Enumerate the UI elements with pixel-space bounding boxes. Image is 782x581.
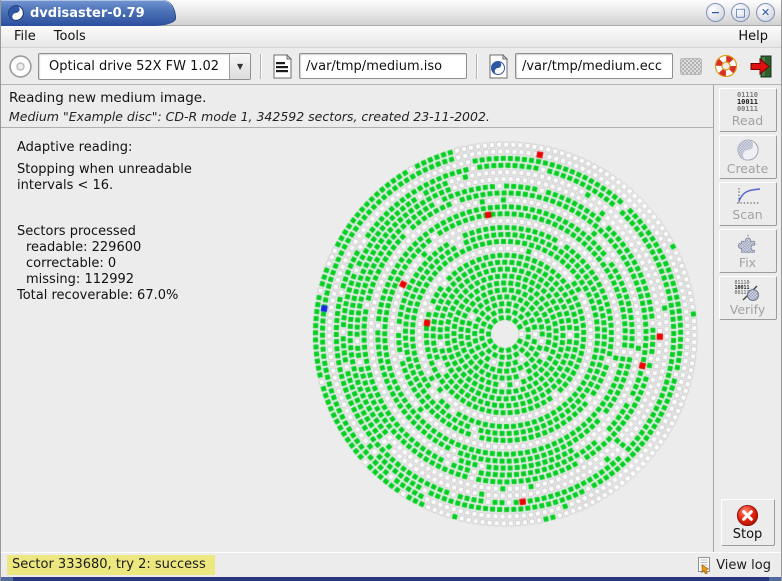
stop-button[interactable]: Stop [721, 499, 775, 546]
stop-icon [736, 504, 759, 527]
medium-info: Medium "Example disc": CD-R mode 1, 3425… [9, 109, 705, 124]
read-button: 01110 10011 00111 Read [719, 88, 777, 132]
iso-file-icon [271, 52, 294, 80]
ecc-path-input[interactable] [515, 53, 673, 79]
help-lifebelt-button[interactable] [713, 52, 739, 80]
correctable-row: correctable: 0 [17, 256, 192, 272]
sectors-heading: Sectors processed [17, 224, 192, 240]
toolbar-separator [476, 54, 478, 79]
verify-button: 01110 10011 00111 Verify [719, 276, 777, 320]
binary-read-icon: 01110 10011 00111 [737, 92, 758, 113]
create-button: Create [719, 135, 777, 179]
yinyang-icon [737, 139, 759, 161]
disc-drive-icon [8, 54, 33, 79]
iso-path-input[interactable] [299, 53, 467, 79]
total-recoverable-value: 67.0% [137, 288, 178, 303]
reading-info-panel: Adaptive reading: Stopping when unreadab… [17, 140, 192, 304]
disc-sector-spiral [299, 129, 711, 539]
close-button[interactable]: ✕ [756, 3, 775, 22]
stopping-line1: Stopping when unreadable [17, 162, 192, 178]
puzzle-icon [737, 233, 759, 255]
minimize-button[interactable]: − [706, 3, 725, 22]
statusbar: Sector 333680, try 2: success View log [1, 552, 781, 577]
readable-row: readable: 229600 [17, 240, 192, 256]
view-log-button[interactable]: View log [697, 557, 775, 574]
total-recoverable-row: Total recoverable: 67.0% [17, 288, 192, 304]
content-main: Reading new medium image. Medium "Exampl… [1, 85, 713, 552]
window-title: dvdisaster-0.79 [30, 6, 145, 21]
stopping-line2: intervals < 16. [17, 178, 192, 194]
window-controls: − □ ✕ [706, 3, 775, 22]
chevron-down-icon[interactable]: ▼ [229, 54, 250, 79]
menu-tools[interactable]: Tools [45, 27, 95, 46]
app-window: dvdisaster-0.79 − □ ✕ File Tools Help Op… [0, 0, 782, 581]
drive-select[interactable]: Optical drive 52X FW 1.02 ▼ [38, 53, 251, 80]
toolbar-actions [678, 52, 774, 80]
correctable-value: 0 [108, 256, 116, 271]
verify-icon: 01110 10011 00111 [735, 280, 761, 302]
titlebar: dvdisaster-0.79 − □ ✕ [1, 0, 781, 26]
scan-curve-icon [734, 186, 762, 207]
status-message: Sector 333680, try 2: success [7, 555, 215, 575]
menu-help[interactable]: Help [729, 27, 777, 46]
preferences-button [678, 52, 704, 80]
status-header: Reading new medium image. Medium "Exampl… [1, 85, 713, 128]
toolbar-separator [260, 54, 262, 79]
workarea: Adaptive reading: Stopping when unreadab… [1, 128, 713, 552]
missing-row: missing: 112992 [17, 272, 192, 288]
drive-select-value: Optical drive 52X FW 1.02 [39, 59, 229, 74]
scan-button: Scan [719, 182, 777, 226]
missing-value: 112992 [84, 272, 134, 287]
maximize-button[interactable]: □ [731, 3, 750, 22]
title-tab[interactable]: dvdisaster-0.79 [1, 0, 176, 26]
toolbar: Optical drive 52X FW 1.02 ▼ [1, 48, 781, 85]
fix-button: Fix [719, 229, 777, 273]
quit-button[interactable] [748, 52, 774, 80]
readable-value: 229600 [92, 240, 142, 255]
menubar: File Tools Help [1, 26, 781, 48]
action-sidebar: 01110 10011 00111 Read [713, 85, 781, 552]
view-log-label: View log [716, 558, 771, 573]
mode-label: Adaptive reading: [17, 140, 192, 156]
menu-file[interactable]: File [5, 27, 45, 46]
ecc-file-icon [487, 52, 510, 80]
app-logo-icon [8, 5, 24, 21]
content-row: Reading new medium image. Medium "Exampl… [1, 85, 781, 552]
window-bottom-border [1, 577, 781, 581]
action-title: Reading new medium image. [9, 90, 705, 106]
log-document-icon [697, 557, 713, 574]
